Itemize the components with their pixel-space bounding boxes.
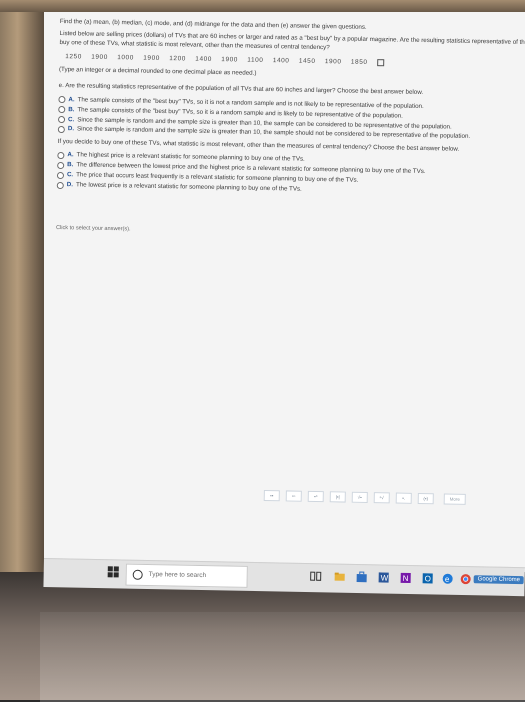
data-table-icon[interactable] xyxy=(376,59,384,67)
cortana-icon xyxy=(132,569,143,580)
search-placeholder: Type here to search xyxy=(148,571,207,580)
interval-button[interactable]: (▪) xyxy=(417,492,434,505)
absolute-value-button[interactable]: |▪| xyxy=(329,491,346,503)
radio-button[interactable] xyxy=(57,161,65,169)
svg-text:N: N xyxy=(403,574,409,583)
nth-root-button[interactable]: ⁿ√ xyxy=(373,492,390,504)
chrome-tooltip: Google Chrome xyxy=(473,575,525,585)
radio-button[interactable] xyxy=(57,151,65,159)
exponent-button[interactable]: ▪ⁿ xyxy=(307,490,324,503)
word-icon[interactable]: W xyxy=(378,571,390,583)
click-hint: Click to select your answer(s). xyxy=(55,225,131,233)
mixed-number-button[interactable]: ▪▫ xyxy=(285,490,302,502)
data-value: 1000 xyxy=(117,54,134,62)
radio-button[interactable] xyxy=(57,116,66,124)
more-button[interactable]: More xyxy=(443,493,466,505)
data-value: 1900 xyxy=(143,54,160,63)
part-e-options: A. The sample consists of the "best buy"… xyxy=(57,95,525,143)
followup-options: A. The highest price is a relevant stati… xyxy=(56,151,525,198)
data-value: 1900 xyxy=(324,58,342,66)
option-letter: D. xyxy=(67,125,75,133)
radio-button[interactable] xyxy=(56,181,64,189)
windows-start-icon[interactable] xyxy=(107,566,120,578)
onenote-icon[interactable]: N xyxy=(400,572,412,584)
data-value: 1200 xyxy=(169,55,186,63)
option-letter: B. xyxy=(68,105,75,113)
edge-icon[interactable]: e xyxy=(442,573,454,585)
data-value: 1400 xyxy=(195,55,212,64)
data-value: 1250 xyxy=(65,53,82,61)
data-value: 1900 xyxy=(221,56,239,64)
svg-text:O: O xyxy=(425,574,431,583)
laptop-bezel-top xyxy=(0,0,525,12)
radio-button[interactable] xyxy=(57,126,65,134)
data-value: 1900 xyxy=(91,53,108,62)
svg-text:W: W xyxy=(381,573,389,582)
radio-button[interactable] xyxy=(58,106,66,114)
task-view-icon[interactable] xyxy=(310,570,322,582)
option-letter: B. xyxy=(67,161,74,169)
chrome-icon[interactable] xyxy=(460,573,472,585)
decimal-button[interactable]: ▪. xyxy=(395,492,412,504)
store-icon[interactable] xyxy=(356,571,368,583)
data-value: 1100 xyxy=(247,56,264,65)
answer-toolbar: ▪▪ ▪▫ ▪ⁿ |▪| √▪ ⁿ√ ▪. (▪) More xyxy=(263,484,514,513)
fraction-button[interactable]: ▪▪ xyxy=(263,489,280,502)
bezel-reflection xyxy=(40,612,525,702)
laptop-screen: Find the (a) mean, (b) median, (c) mode,… xyxy=(44,12,525,572)
option-letter: C. xyxy=(66,171,74,179)
part-e-section: e. Are the resulting statistics represen… xyxy=(56,82,525,198)
data-value: 1850 xyxy=(350,58,368,67)
option-letter: C. xyxy=(67,115,75,123)
file-explorer-icon[interactable] xyxy=(334,571,346,583)
option-letter: D. xyxy=(66,181,74,189)
taskbar-search-input[interactable]: Type here to search xyxy=(125,563,248,588)
outlook-icon[interactable]: O xyxy=(422,572,434,584)
data-value: 1450 xyxy=(298,57,316,66)
data-value: 1400 xyxy=(272,57,290,65)
question-content: Find the (a) mean, (b) median, (c) mode,… xyxy=(56,18,525,242)
radio-button[interactable] xyxy=(56,171,65,179)
sqrt-button[interactable]: √▪ xyxy=(351,491,368,503)
option-letter: A. xyxy=(67,151,74,159)
option-letter: A. xyxy=(68,95,75,103)
svg-text:e: e xyxy=(445,575,450,584)
radio-button[interactable] xyxy=(58,96,66,104)
